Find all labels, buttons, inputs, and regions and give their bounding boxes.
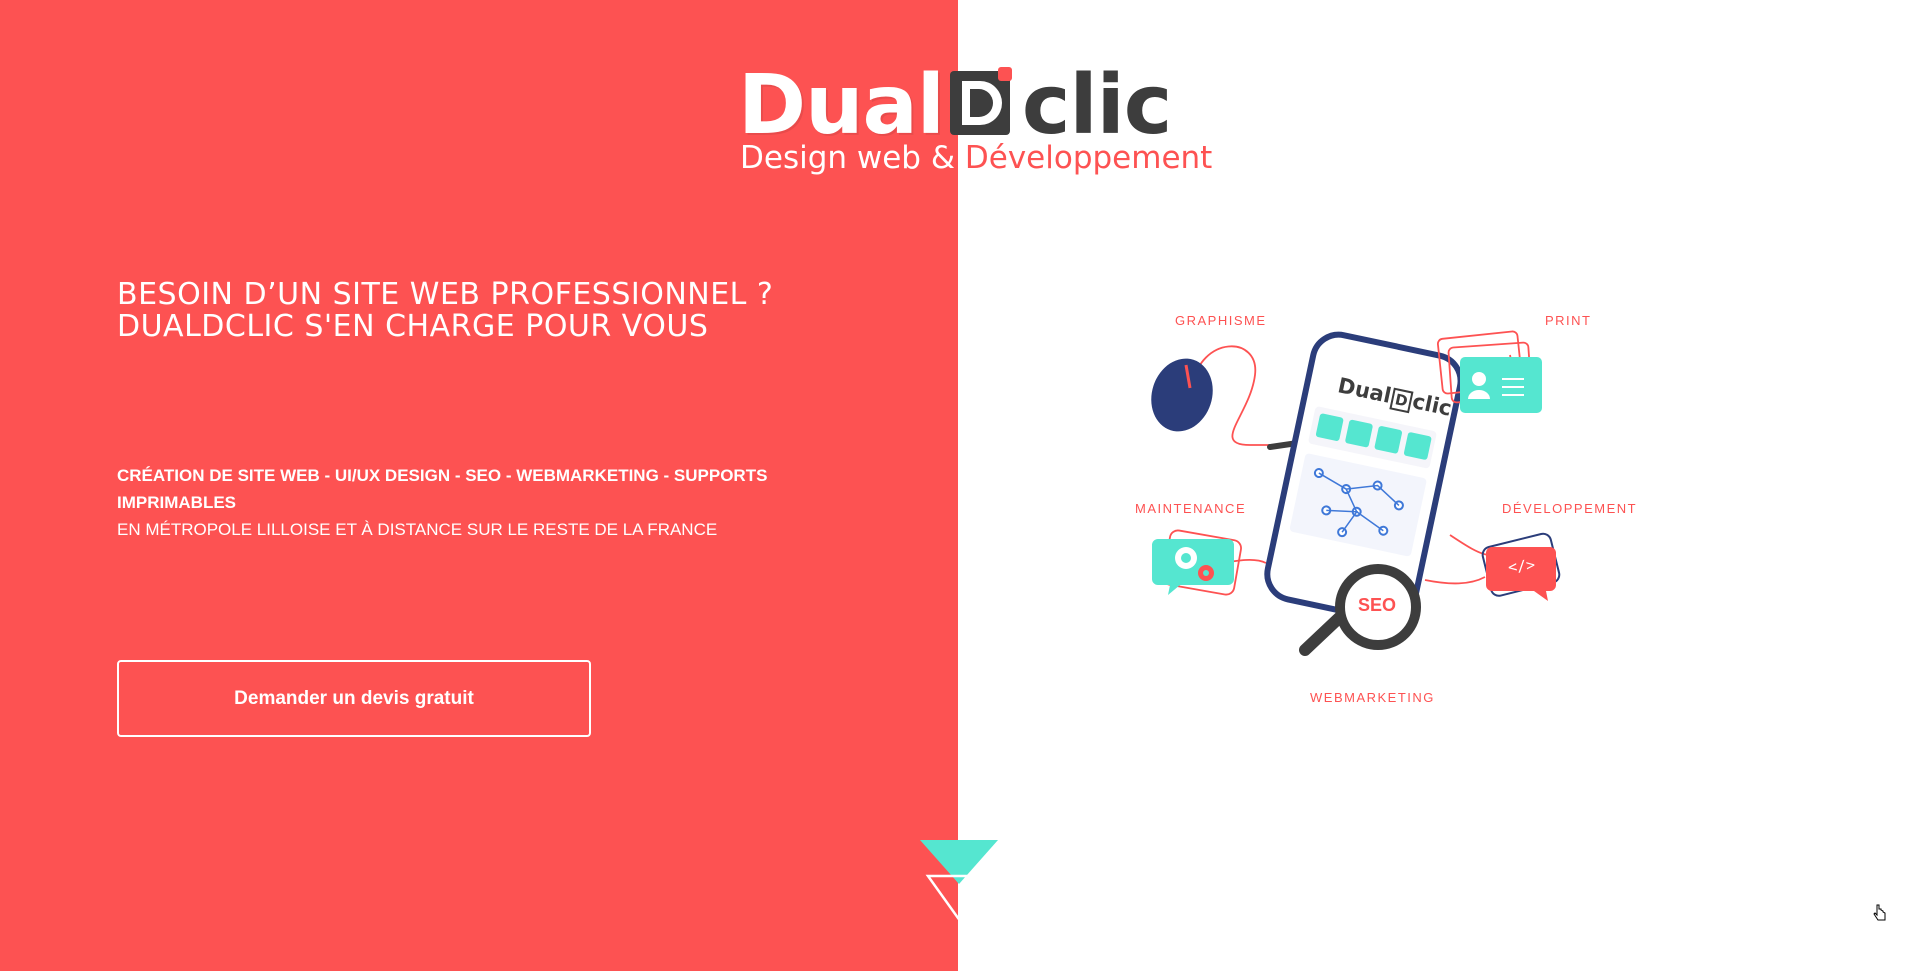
logo-tagline: Design web & Développement [740,140,1212,176]
tagline-design-web: Design web & [740,140,965,176]
hero-headline-line1: BESOIN D’UN SITE WEB PROFESSIONNEL ? [117,277,774,312]
label-print: PRINT [1545,313,1592,328]
label-graphisme: GRAPHISME [1175,313,1267,328]
hero-services: CRÉATION DE SITE WEB - UI/UX DESIGN - SE… [117,462,777,543]
logo-text-clic: clic [1021,58,1172,153]
request-quote-button[interactable]: Demander un devis gratuit [117,660,591,737]
mouse-cursor-icon [1873,904,1887,922]
hero-headline-line2: DUALDCLIC S'EN CHARGE POUR VOUS [117,309,709,344]
hero-headline: BESOIN D’UN SITE WEB PROFESSIONNEL ? DUA… [117,279,773,343]
label-webmarketing: WEBMARKETING [1310,690,1435,705]
logo-d-mark-icon [948,62,1018,135]
location-text: EN MÉTROPOLE LILLOISE ET À DISTANCE SUR … [117,520,718,539]
seo-text: SEO [1358,595,1397,615]
services-illustration: DualDclic SEO </> GRAPHISME PRINT MAINTE… [1120,295,1640,715]
tagline-developpement: Développement [964,140,1213,176]
services-list: CRÉATION DE SITE WEB - UI/UX DESIGN - SE… [117,466,768,512]
logo-text-dual: Dual [738,58,945,153]
graphisme-mouse-icon [1151,358,1213,432]
site-logo[interactable]: Dual clic Design web & Développement [738,56,1212,186]
label-maintenance: MAINTENANCE [1135,501,1247,516]
scroll-down-arrow-icon[interactable] [918,838,1000,922]
code-symbol-text: </> [1507,555,1536,577]
maintenance-gears-icon [1152,529,1242,596]
label-developpement: DÉVELOPPEMENT [1502,501,1638,516]
